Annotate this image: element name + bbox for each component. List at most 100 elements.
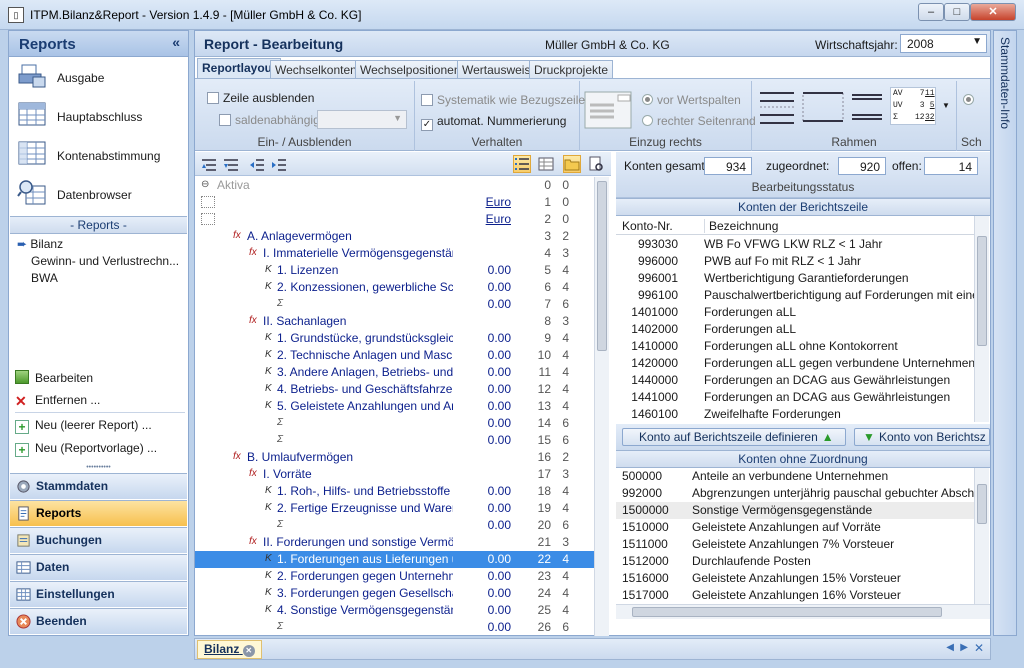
tab-reportlayout[interactable]: Reportlayout	[197, 58, 282, 79]
nav-beenden[interactable]: Beenden	[10, 608, 187, 634]
tree-row[interactable]: Σ 0.00 15 6	[195, 432, 594, 449]
konto-row[interactable]: 1460100 Zweifelhafte Forderungen	[616, 406, 974, 422]
chevron-down-icon[interactable]: ▼	[942, 101, 950, 110]
tab-druckprojekte[interactable]: Druckprojekte	[529, 60, 614, 79]
tree-row[interactable]: fx B. Umlaufvermögen 16 2	[195, 449, 594, 466]
splitter-grip[interactable]: ••••••••••	[10, 464, 187, 473]
scroll-thumb[interactable]	[632, 607, 942, 617]
collapse-icon[interactable]: «	[172, 34, 180, 50]
tab-next-icon[interactable]: ▶	[960, 642, 968, 653]
wj-select[interactable]: 2008 ▼	[900, 34, 987, 53]
saldenabhaengig-select[interactable]: ▼	[317, 110, 407, 129]
konto-row[interactable]: 500000 Anteile an verbundene Unternehmen	[616, 468, 974, 485]
oz-hscrollbar[interactable]	[616, 604, 990, 619]
tree-row[interactable]: K 5. Geleistete Anzahlungen und Anl... 0.0…	[195, 398, 594, 415]
konto-row[interactable]: 1512000 Durchlaufende Posten	[616, 553, 974, 570]
zugeordnet-field[interactable]: 920	[838, 157, 886, 175]
radio-rechter-seitenrand[interactable]: rechter Seitenrand	[642, 114, 756, 128]
konto-row[interactable]: 996000 PWB auf Fo mit RLZ < 1 Jahr	[616, 253, 974, 270]
tree-row[interactable]: K 3. Forderungen gegen Gesellschaf... 0.00…	[195, 585, 594, 602]
outdent-icon[interactable]	[247, 155, 265, 173]
stammdaten-info-strip[interactable]: Stammdaten-Info	[993, 30, 1017, 636]
tab-wertausweis[interactable]: Wertausweis	[457, 60, 536, 79]
oz-scrollbar[interactable]	[974, 468, 989, 604]
action-neu-leer[interactable]: + Neu (leerer Report) ...	[15, 418, 152, 434]
report-item-guv[interactable]: Gewinn- und Verlustrechn...	[31, 254, 179, 268]
nav-reports[interactable]: Reports	[10, 500, 187, 526]
tree-row[interactable]: fx II. Forderungen und sonstige Vermög...…	[195, 534, 594, 551]
remove-konto-button[interactable]: ▼ Konto von Berichtsz	[854, 428, 990, 446]
border-lines-icon[interactable]	[758, 87, 796, 127]
move-down-icon[interactable]	[221, 155, 239, 173]
konto-row[interactable]: 996100 Pauschalwertberichtigung auf Forde…	[616, 287, 974, 304]
tree-row[interactable]: fx I. Vorräte 17 3	[195, 466, 594, 483]
nav-datenbrowser[interactable]: Datenbrowser	[17, 178, 185, 212]
radio-vor-wertspalten[interactable]: vor Wertspalten	[642, 93, 741, 107]
gesamt-field[interactable]: 934	[704, 157, 752, 175]
numbering-preview[interactable]: AV UV Σ 7 3 12 11 5 32	[890, 87, 936, 125]
scroll-thumb[interactable]	[597, 181, 607, 351]
tree-row[interactable]: ⊖ Aktiva 0 0	[195, 177, 594, 194]
konto-row[interactable]: 1516000 Geleistete Anzahlungen 15% Vorste…	[616, 570, 974, 587]
tree-row[interactable]: Σ 0.00 14 6	[195, 415, 594, 432]
konto-row[interactable]: 996001 Wertberichtigung Garantieforderung…	[616, 270, 974, 287]
close-icon[interactable]: ✕	[242, 645, 255, 657]
tree-row[interactable]: Euro 2 0	[195, 211, 594, 228]
tree-row[interactable]: K 2. Technische Anlagen und Masc... 0.00 10…	[195, 347, 594, 364]
bz-scrollbar[interactable]	[974, 216, 989, 422]
close-button[interactable]: ✕	[970, 3, 1016, 21]
nav-daten[interactable]: Daten	[10, 554, 187, 580]
nav-hauptabschluss[interactable]: Hauptabschluss	[17, 100, 185, 134]
konto-row[interactable]: 1510000 Geleistete Anzahlungen auf Vorrät…	[616, 519, 974, 536]
tab-wechselpositionen[interactable]: Wechselpositionen	[355, 60, 466, 79]
report-item-bwa[interactable]: BWA	[31, 271, 58, 285]
tree-row[interactable]: K 1. Lizenzen 0.00 5 4	[195, 262, 594, 279]
close-tab-icon[interactable]: ✕	[974, 641, 984, 655]
grid-view-icon[interactable]	[537, 155, 555, 173]
minimize-button[interactable]: –	[918, 3, 944, 21]
tree-row[interactable]: fx I. Immaterielle Vermögensgegenstände 4 3	[195, 245, 594, 262]
konto-row[interactable]: 1402000 Forderungen aLL	[616, 321, 974, 338]
tree-row[interactable]: K 4. Betriebs- und Geschäftsfahrzeuge 0.00…	[195, 381, 594, 398]
konto-row[interactable]: 1440000 Forderungen an DCAG aus Gewährlei…	[616, 372, 974, 389]
indent-icon[interactable]	[269, 155, 287, 173]
col-kontonr[interactable]: Konto-Nr.	[622, 219, 673, 233]
list-view-icon[interactable]	[513, 155, 531, 173]
nav-einstellungen[interactable]: Einstellungen	[10, 581, 187, 607]
konto-row[interactable]: 1500000 Sonstige Vermögensgegenstände	[616, 502, 974, 519]
konto-row[interactable]: 1511000 Geleistete Anzahlungen 7% Vorsteu…	[616, 536, 974, 553]
konto-row[interactable]: 1410000 Forderungen aLL ohne Kontokorrent	[616, 338, 974, 355]
nav-kontenabstimmung[interactable]: Kontenabstimmung	[17, 139, 185, 173]
zeile-ausblenden-checkbox[interactable]: Zeile ausblenden	[207, 91, 314, 105]
systematik-checkbox[interactable]: Systematik wie Bezugszeile	[421, 93, 585, 107]
maximize-button[interactable]: □	[944, 3, 970, 21]
konto-row[interactable]: 1441000 Forderungen an DCAG aus Gewährlei…	[616, 389, 974, 406]
tab-prev-icon[interactable]: ◀	[946, 642, 954, 653]
radio-sch[interactable]	[963, 93, 978, 107]
konto-row[interactable]: 992000 Abgrenzungen unterjährig pauschal …	[616, 485, 974, 502]
tree-row[interactable]: K 2. Forderungen gegen Unternehm... 0.00 23…	[195, 568, 594, 585]
col-bezeichnung[interactable]: Bezeichnung	[704, 219, 778, 233]
auto-nummerierung-checkbox[interactable]: ✓ automat. Nummerierung	[421, 114, 566, 131]
print-preview-icon[interactable]	[587, 155, 605, 173]
folder-icon[interactable]	[563, 155, 581, 173]
tree-row[interactable]: K 1. Roh-, Hilfs- und Betriebsstoffe 0.00 1…	[195, 483, 594, 500]
action-neu-vorlage[interactable]: + Neu (Reportvorlage) ...	[15, 441, 157, 457]
tree-row[interactable]: fx A. Anlagevermögen 3 2	[195, 228, 594, 245]
tree-scrollbar[interactable]	[594, 177, 609, 636]
move-up-icon[interactable]	[199, 155, 217, 173]
tree-row[interactable]: K 1. Grundstücke, grundstücksgleic... 0.00…	[195, 330, 594, 347]
nav-stammdaten[interactable]: Stammdaten	[10, 473, 187, 499]
offen-field[interactable]: 14	[924, 157, 978, 175]
scroll-thumb[interactable]	[977, 236, 987, 346]
tree-row[interactable]: K 2. Konzessionen, gewerbliche Sch... 0.00…	[195, 279, 594, 296]
scroll-thumb[interactable]	[977, 484, 987, 524]
border-double-icon[interactable]	[850, 87, 884, 127]
action-bearbeiten[interactable]: Bearbeiten	[15, 370, 93, 385]
konto-row[interactable]: 1517000 Geleistete Anzahlungen 16% Vorste…	[616, 587, 974, 604]
tree-row[interactable]: K 2. Fertige Erzeugnisse und Waren 0.00 19 4	[195, 500, 594, 517]
tree-row[interactable]: K 3. Andere Anlagen, Betriebs- und ... 0.0…	[195, 364, 594, 381]
define-konto-button[interactable]: Konto auf Berichtszeile definieren ▲	[622, 428, 846, 446]
action-entfernen[interactable]: ✕ Entfernen ...	[15, 393, 100, 408]
tree-row[interactable]: Euro 1 0	[195, 194, 594, 211]
